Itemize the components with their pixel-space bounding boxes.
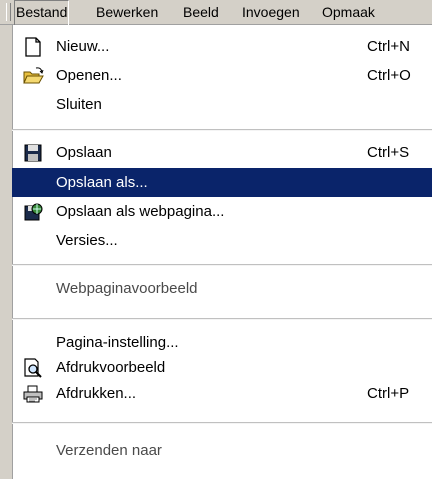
menu-item-shortcut: Ctrl+P — [367, 385, 410, 402]
menu-item-shortcut: Ctrl+O — [367, 67, 411, 84]
menu-item-label: Openen... — [56, 67, 122, 84]
menu-item-opslaan[interactable]: Opslaan Ctrl+S — [12, 138, 432, 167]
menu-item-verzenden-naar[interactable]: Verzenden naar — [12, 436, 432, 465]
menu-item-opslaan-als-webpagina[interactable]: Opslaan als webpagina... — [12, 197, 432, 226]
menu-item-label: Webpaginavoorbeeld — [56, 280, 198, 297]
menu-item-opslaan-als[interactable]: Opslaan als... — [12, 168, 432, 197]
menu-item-nieuw[interactable]: Nieuw... Ctrl+N — [12, 32, 432, 61]
menu-item-shortcut: Ctrl+S — [367, 144, 410, 161]
menu-invoegen[interactable]: Invoegen — [242, 0, 300, 24]
menu-separator — [12, 318, 432, 320]
menu-item-openen[interactable]: Openen... Ctrl+O — [12, 61, 432, 90]
menu-item-afdrukken[interactable]: Afdrukken... Ctrl+P — [12, 379, 432, 408]
open-folder-icon — [23, 67, 44, 84]
menu-item-label: Opslaan als... — [56, 174, 148, 191]
menu-separator — [12, 129, 432, 131]
file-menu-dropdown: Nieuw... Ctrl+N Openen... Ctrl+O Sluiten… — [0, 25, 432, 479]
menu-item-label: Opslaan als webpagina... — [56, 203, 225, 220]
menu-item-label: Afdrukken... — [56, 385, 137, 402]
menu-bewerken[interactable]: Bewerken — [96, 0, 158, 24]
menu-separator — [12, 422, 432, 424]
menu-item-shortcut: Ctrl+N — [367, 38, 410, 55]
menu-bar: Bestand Bewerken Beeld Invoegen Opmaak — [0, 0, 432, 26]
menu-item-label: Afdrukvoorbeeld — [56, 359, 166, 376]
menu-item-label: Versies... — [56, 232, 118, 249]
menu-item-webpaginavoorbeeld[interactable]: Webpaginavoorbeeld — [12, 274, 432, 303]
save-disk-icon — [24, 144, 42, 162]
menubar-grip[interactable] — [6, 3, 11, 21]
menu-item-label: Opslaan — [56, 144, 112, 161]
menu-separator — [12, 264, 432, 266]
menu-item-label: Pagina-instelling... — [56, 334, 179, 351]
print-preview-icon — [24, 358, 42, 378]
menu-item-label: Nieuw... — [56, 38, 110, 55]
save-as-webpage-icon — [24, 203, 43, 221]
menu-bestand[interactable]: Bestand — [14, 0, 70, 26]
printer-icon — [23, 385, 43, 403]
menu-item-label: Verzenden naar — [56, 442, 162, 459]
menu-opmaak[interactable]: Opmaak — [322, 0, 375, 24]
menu-item-label: Sluiten — [56, 96, 102, 113]
new-document-icon — [25, 37, 41, 57]
menu-item-afdrukvoorbeeld[interactable]: Afdrukvoorbeeld — [12, 353, 432, 382]
menu-item-versies[interactable]: Versies... — [12, 226, 432, 255]
menu-beeld[interactable]: Beeld — [183, 0, 219, 24]
menu-item-sluiten[interactable]: Sluiten — [12, 90, 432, 119]
